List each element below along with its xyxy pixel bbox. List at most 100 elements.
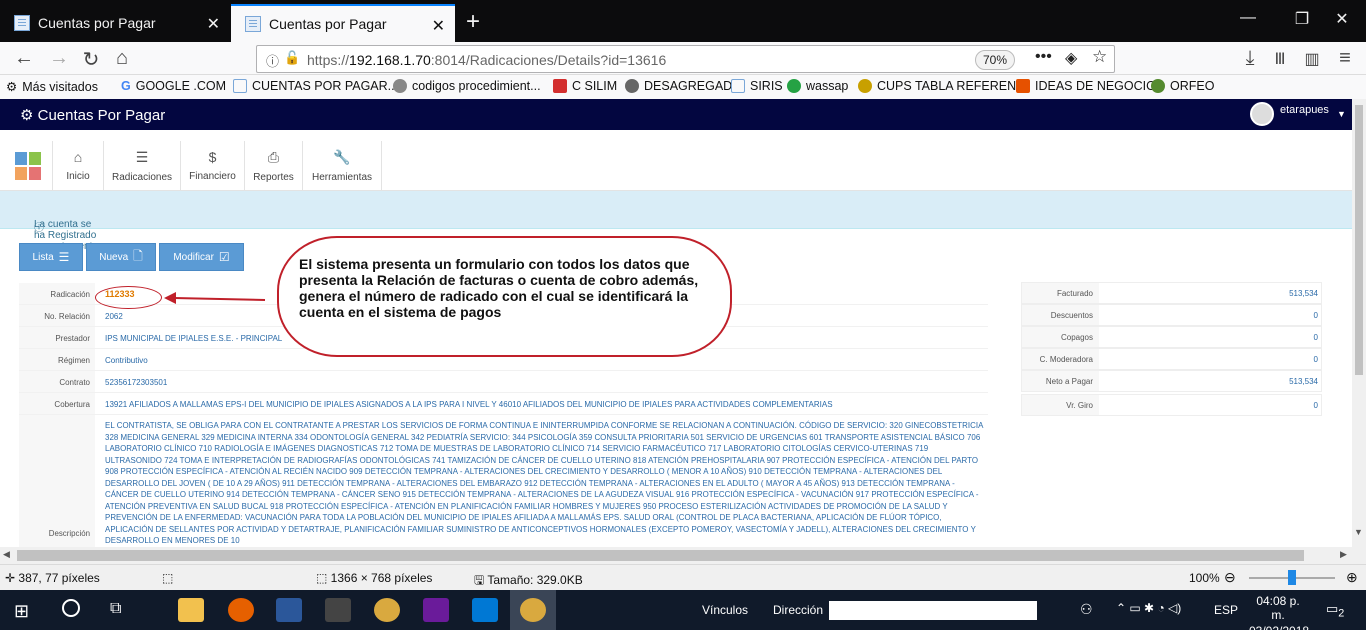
bookmark-item[interactable]: wassap [787,79,848,93]
back-icon[interactable]: ← [12,47,36,70]
field-label: Régimen [19,349,95,370]
bookmark-item[interactable]: ⚙ Más visitados [6,79,98,95]
reload-icon[interactable]: ↻ [79,47,103,72]
scroll-thumb[interactable] [17,550,1304,561]
bookmark-item[interactable]: DESAGREGAD [625,79,732,93]
selection-icon: ⬚ [162,571,174,585]
task-view-icon[interactable]: ⧉ [110,600,121,618]
field-value: IPS MUNICIPAL DE IPIALES E.S.E. - PRINCI… [105,334,283,343]
bookmark-item[interactable]: C SILIM [553,79,617,93]
menu-inicio[interactable]: ⌂ Inicio [52,141,104,191]
caret-down-icon: ▼ [1336,109,1346,119]
scroll-right-icon[interactable]: ▶ [1340,549,1347,560]
search-icon[interactable] [62,599,80,617]
zoom-in-icon[interactable]: ⊕ [1346,569,1358,586]
zoom-badge[interactable]: 70% [975,50,1016,70]
paint-icon[interactable] [374,598,400,622]
bookmark-item[interactable]: CUENTAS POR PAGAR... [233,79,398,93]
bookmark-item[interactable]: IDEAS DE NEGOCIO [1016,79,1156,93]
summary-row: Descuentos 0 [1021,304,1322,326]
field-label: Descripción [19,415,95,548]
zoom-out-icon[interactable]: ⊖ [1224,569,1236,586]
url-bar[interactable]: ⓘ 🔓 https://192.168.1.70:8014/Radicacion… [256,45,1115,73]
new-button[interactable]: Nueva 🗋 [86,243,156,271]
app-header: ⚙ Cuentas Por Pagar etarapues ▼ [0,99,1352,130]
restore-icon[interactable]: ❐ [1282,9,1322,29]
menu-icon[interactable]: ≡ [1333,47,1357,70]
url-text: https://192.168.1.70:8014/Radicaciones/D… [307,52,667,68]
bookmark-item[interactable]: SIRIS [731,79,783,93]
close-icon[interactable]: ✕ [207,14,220,34]
field-value: 2062 [105,312,123,321]
zoom-slider-thumb[interactable] [1288,570,1296,585]
field-label: Contrato [19,371,95,392]
navigation-bar: ← → ↻ ⌂ ⓘ 🔓 https://192.168.1.70:8014/Ra… [0,42,1366,75]
bookmark-item[interactable]: codigos procedimient... [393,79,541,93]
browser-tab-active[interactable]: Cuentas por Pagar ✕ [231,4,455,42]
menu-radicaciones[interactable]: ☰ Radicaciones [104,141,181,191]
zoom-level: 100% [1189,571,1220,585]
detail-row-cobertura: Cobertura 13921 AFILIADOS A MALLAMAS EPS… [19,393,988,415]
annotation-text: El sistema presenta un formulario con to… [299,256,699,320]
firefox-icon[interactable] [228,598,254,622]
bookmark-item[interactable]: ORFEO [1151,79,1214,93]
more-actions-icon[interactable]: ••• [1035,48,1052,66]
close-window-icon[interactable]: ✕ [1322,9,1362,29]
app-title[interactable]: ⚙ Cuentas Por Pagar [20,106,165,124]
bookmark-item[interactable]: G GOOGLE .COM [121,79,226,93]
menu-herramientas[interactable]: 🔧 Herramientas [303,141,382,191]
word-icon[interactable] [276,598,302,622]
notifications-icon[interactable]: ▭2 [1326,601,1344,620]
status-bar: ✛ 387, 77 píxeles ⬚ ⬚ 1366 × 768 píxeles… [0,564,1366,590]
windows-start-icon[interactable]: ⊞ [14,601,29,622]
address-input[interactable] [829,601,1037,620]
summary-row: Copagos 0 [1021,326,1322,348]
bookmark-item[interactable]: CUPS TABLA REFEREN... [858,79,1027,93]
language-indicator[interactable]: ESP [1214,603,1238,617]
home-icon[interactable]: ⌂ [110,47,134,70]
summary-value: 0 [1313,311,1318,320]
scroll-down-icon[interactable]: ▼ [1354,527,1363,537]
edit-button[interactable]: Modificar ☑ [159,243,244,271]
app-logo [15,152,42,180]
pocket-icon[interactable]: ◈ [1065,48,1077,68]
paint-active-icon[interactable] [520,598,546,622]
horizontal-scrollbar[interactable]: ◀ ▶ [0,547,1366,564]
scroll-left-icon[interactable]: ◀ [3,549,10,560]
print-icon: ⎙ [267,149,280,165]
scroll-thumb[interactable] [1355,105,1363,375]
people-icon[interactable]: ⚇ [1080,601,1093,618]
close-icon[interactable]: ✕ [432,16,445,36]
links-toolbar[interactable]: Vínculos [702,603,748,617]
lock-warning-icon[interactable]: 🔓 [284,50,300,66]
annotation-callout: El sistema presenta un formulario con to… [277,236,732,357]
summary-label: Copagos [1022,327,1099,347]
menu-reportes[interactable]: ⎙ Reportes [245,141,303,191]
list-icon: ☰ [58,250,70,264]
file-explorer-icon[interactable] [178,598,204,622]
visual-studio-code-icon[interactable] [472,598,498,622]
vertical-scrollbar[interactable]: ▼ [1352,99,1366,547]
image-dimensions: ⬚ 1366 × 768 píxeles [316,571,433,585]
new-tab-button[interactable]: + [460,8,486,36]
disk-icon: 🖫 [474,573,488,587]
app-star-icon[interactable] [423,598,449,622]
browser-tab[interactable]: Cuentas por Pagar ✕ [0,4,230,42]
field-value: Contributivo [105,356,148,365]
library-icon[interactable]: Ⅲ [1268,49,1292,69]
summary-row: Neto a Pagar 513,534 [1021,370,1322,392]
list-button[interactable]: Lista ☰ [19,243,83,271]
minimize-icon[interactable]: — [1228,9,1268,27]
bookmark-star-icon[interactable]: ☆ [1092,47,1107,67]
info-icon[interactable]: ⓘ [266,51,279,70]
forward-icon[interactable]: → [47,47,71,70]
user-menu[interactable]: etarapues ▼ [1250,102,1346,126]
download-icon[interactable]: ⤓ [1238,47,1262,70]
address-label: Dirección [773,603,824,617]
tray-icons[interactable]: ⌃ ▭ ✱ ◔ ◁) [1116,601,1181,615]
dollar-icon: $ [208,149,217,165]
clock[interactable]: 04:08 p. m. 03/02/2018 [1249,594,1309,638]
calculator-icon[interactable] [325,598,351,622]
menu-financiero[interactable]: $ Financiero [181,141,245,191]
sidebar-icon[interactable]: ▥ [1300,49,1324,69]
